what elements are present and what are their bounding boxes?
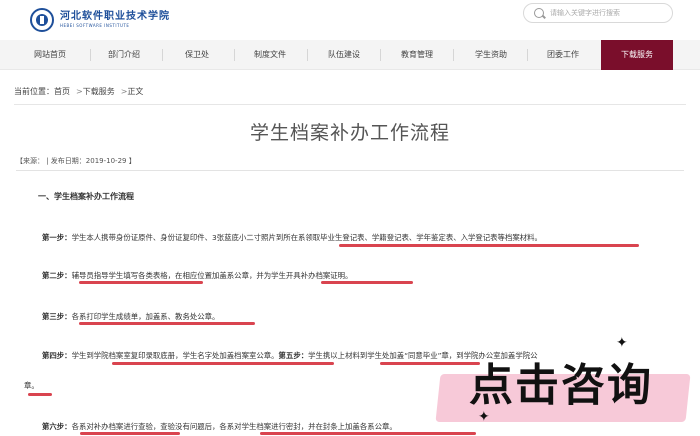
step-label: 第三步：	[42, 312, 72, 321]
nav-item-home[interactable]: 网站首页	[20, 40, 80, 70]
school-emblem-icon	[30, 8, 54, 32]
nav-divider	[90, 49, 91, 61]
nav-item-regulations[interactable]: 制度文件	[240, 40, 300, 70]
breadcrumb-separator: >	[76, 87, 83, 96]
nav-item-downloads[interactable]: 下载服务	[601, 40, 673, 70]
step-label: 第一步：	[42, 233, 72, 242]
nav-item-team-building[interactable]: 队伍建设	[314, 40, 374, 70]
step-text: 学生到学院档案室复印录取底册，学生名字处加盖档案室公章。	[71, 351, 279, 360]
breadcrumb-downloads[interactable]: 下载服务	[83, 87, 115, 96]
consult-banner-text[interactable]: 点击咨询	[426, 358, 696, 414]
highlight-underline	[112, 362, 334, 365]
logo-chinese-name: 河北软件职业技术学院	[60, 11, 170, 22]
breadcrumb: 当前位置：首页 >下载服务 >正文	[14, 86, 143, 97]
logo-english-name: HEBEI SOFTWARE INSTITUTE	[60, 23, 130, 28]
nav-divider	[453, 49, 454, 61]
step-text: 各系对补办档案进行查验，查验没有问题后，各系对学生档案进行密封，并在封条上加盖各…	[71, 422, 397, 431]
step-label: 第五步：	[278, 351, 309, 360]
highlight-underline	[339, 244, 639, 247]
sparkle-icon: ✦	[478, 409, 490, 425]
step-label: 第四步：	[42, 351, 72, 360]
nav-item-departments[interactable]: 部门介绍	[94, 40, 154, 70]
main-nav: 网站首页 部门介绍 保卫处 制度文件 队伍建设 教育管理 学生资助 团委工作 下…	[0, 40, 700, 70]
nav-divider	[234, 49, 235, 61]
nav-item-education[interactable]: 教育管理	[387, 40, 447, 70]
step-text: 辅导员指导学生填写各类表格，在相应位置加盖系公章，并为学生开具补办档案证明。	[71, 271, 353, 280]
divider	[14, 104, 686, 105]
breadcrumb-current: 正文	[127, 87, 144, 96]
breadcrumb-home[interactable]: 首页	[54, 87, 70, 96]
divider	[16, 170, 684, 171]
highlight-underline	[260, 432, 476, 435]
sparkle-icon: ✦	[616, 335, 628, 351]
search-icon[interactable]	[534, 8, 544, 18]
highlight-underline	[321, 281, 413, 284]
article-title: 学生档案补办工作流程	[249, 122, 450, 144]
step-text: 学生本人携带身份证原件、身份证复印件、3张蓝底小二寸照片到所在系领取毕业生登记表…	[71, 233, 542, 242]
nav-divider	[307, 49, 308, 61]
school-logo[interactable]: 河北软件职业技术学院 HEBEI SOFTWARE INSTITUTE	[30, 2, 170, 38]
highlight-underline	[79, 322, 255, 325]
site-header: 河北软件职业技术学院 HEBEI SOFTWARE INSTITUTE	[0, 0, 700, 40]
article-meta: 【来源： | 发布日期：2019-10-29 】	[16, 157, 136, 165]
search-input[interactable]	[550, 9, 665, 17]
nav-divider	[162, 49, 163, 61]
highlight-underline	[80, 432, 180, 435]
step-6: 第六步：各系对补办档案进行查验，查验没有问题后，各系对学生档案进行密封，并在封条…	[42, 421, 397, 432]
step-label: 第六步：	[42, 422, 72, 431]
highlight-underline	[28, 393, 52, 396]
search-box[interactable]	[523, 3, 673, 23]
consult-banner[interactable]: 点击咨询 ✦ ✦	[426, 336, 696, 432]
step-1: 第一步：学生本人携带身份证原件、身份证复印件、3张蓝底小二寸照片到所在系领取毕业…	[42, 232, 542, 243]
step-label: 第二步：	[42, 271, 72, 280]
section-heading: 一、学生档案补办工作流程	[38, 192, 134, 201]
nav-item-youth-league[interactable]: 团委工作	[533, 40, 593, 70]
highlight-underline	[79, 281, 203, 284]
nav-divider	[380, 49, 381, 61]
step-4-continuation: 章。	[24, 381, 39, 390]
nav-divider	[527, 49, 528, 61]
step-3: 第三步：各系打印学生成绩单，加盖系、教务处公章。	[42, 311, 219, 322]
nav-item-student-aid[interactable]: 学生资助	[461, 40, 521, 70]
nav-item-security[interactable]: 保卫处	[167, 40, 227, 70]
step-text: 各系打印学生成绩单，加盖系、教务处公章。	[71, 312, 220, 321]
breadcrumb-prefix: 当前位置：	[14, 87, 54, 96]
step-2: 第二步：辅导员指导学生填写各类表格，在相应位置加盖系公章，并为学生开具补办档案证…	[42, 270, 352, 281]
